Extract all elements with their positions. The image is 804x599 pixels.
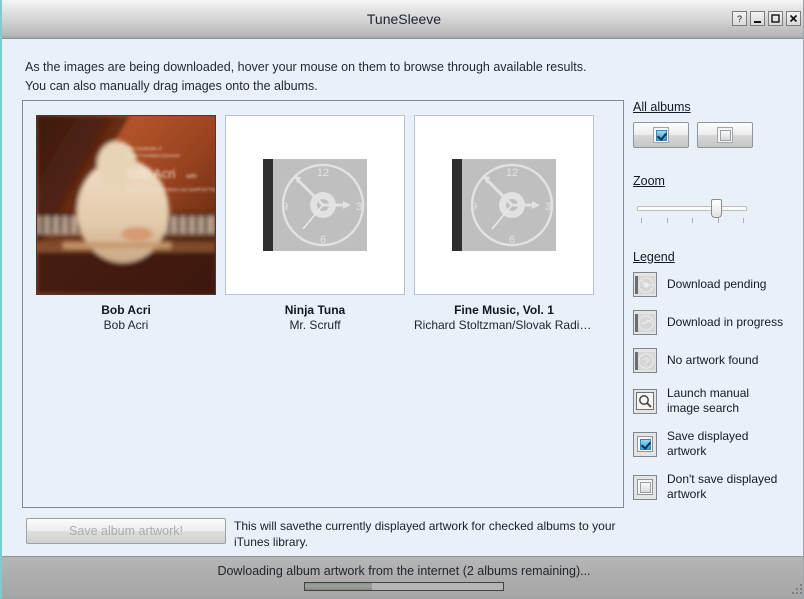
album-artwork-placeholder[interactable]: 12 3 6 9 <box>225 115 405 295</box>
sidebar: All albums Zoom Legend Download pending … <box>633 100 798 515</box>
zoom-heading: Zoom <box>633 174 665 188</box>
legend-item-manual-image-search: Launch manual image search <box>633 386 798 416</box>
svg-text:3: 3 <box>545 201 551 213</box>
window-title: TuneSleeve <box>366 11 442 27</box>
svg-text:9: 9 <box>471 201 477 213</box>
legend-label: Save displayed artwork <box>667 429 749 458</box>
maximize-button[interactable] <box>768 11 783 26</box>
download-progress-fill <box>305 583 373 590</box>
instructions-line-1: As the images are being downloaded, hove… <box>25 60 587 74</box>
svg-text:6: 6 <box>509 234 515 246</box>
legend-item-download-pending: Download pending <box>633 272 798 297</box>
album-title: Ninja Tuna <box>284 303 346 317</box>
album-artist: Bob Acri <box>103 318 149 332</box>
zoom-slider-ticks <box>637 218 747 224</box>
all-albums-heading: All albums <box>633 100 691 114</box>
no-artwork-found-icon: ? <box>633 348 657 373</box>
legend-item-no-artwork-found: ? No artwork found <box>633 348 798 373</box>
status-message: Dowloading album artwork from the intern… <box>217 564 591 578</box>
svg-text:?: ? <box>643 356 649 368</box>
manual-image-search-icon <box>633 388 657 414</box>
download-pending-icon: 12 3 6 9 <box>452 159 556 251</box>
zoom-slider-track[interactable] <box>637 206 747 211</box>
save-artwork-checkbox-icon <box>633 431 657 457</box>
svg-text:12: 12 <box>506 167 518 179</box>
svg-text:?: ? <box>737 14 742 24</box>
checked-checkbox-icon <box>653 127 669 143</box>
album-list-panel[interactable]: The Cavalcade of Music Foundation presen… <box>22 100 624 508</box>
zoom-control: Zoom <box>633 174 798 226</box>
legend-label: Download in progress <box>667 315 784 329</box>
album-caption: Bob Acri Bob Acri <box>36 303 216 332</box>
all-albums-buttons <box>633 122 798 148</box>
instructions-text: As the images are being downloaded, hove… <box>25 58 625 96</box>
instructions-line-2: You can also manually drag images onto t… <box>25 79 318 93</box>
album-caption: Fine Music, Vol. 1 Richard Stoltzman/Slo… <box>414 303 594 332</box>
help-button[interactable]: ? <box>732 11 747 26</box>
album-card[interactable]: 12 3 6 9 Fine Music, Vol. 1 Richard Stol… <box>414 115 594 332</box>
legend-heading: Legend <box>633 250 675 264</box>
bob-acri-cover-art: The Cavalcade of Music Foundation presen… <box>37 116 215 294</box>
minimize-button[interactable] <box>750 11 765 26</box>
status-bar: Dowloading album artwork from the intern… <box>2 556 803 598</box>
svg-text:Drew Dolin George Mraz Lew Sol: Drew Dolin George Mraz Lew Soloff Ed Thi… <box>127 187 215 192</box>
album-title: Bob Acri <box>101 303 151 317</box>
svg-text:3: 3 <box>356 201 362 213</box>
svg-text:with: with <box>185 174 197 180</box>
save-album-artwork-button[interactable]: Save album artwork! <box>26 518 226 544</box>
svg-text:Music Foundation presents: Music Foundation presents <box>127 153 181 158</box>
save-note-text: This will savethe currently displayed ar… <box>234 519 616 549</box>
download-pending-icon: 12 3 6 9 <box>263 159 367 251</box>
album-caption: Ninja Tuna Mr. Scruff <box>225 303 405 332</box>
check-all-albums-button[interactable] <box>633 122 689 148</box>
legend-label: No artwork found <box>667 353 759 367</box>
zoom-slider[interactable] <box>637 196 747 226</box>
legend-label: Launch manual image search <box>667 386 750 415</box>
dont-save-artwork-checkbox-icon <box>633 474 657 500</box>
zoom-slider-thumb[interactable] <box>711 199 723 218</box>
legend-label: Download pending <box>667 277 767 291</box>
svg-text:The Cavalcade of: The Cavalcade of <box>127 146 162 151</box>
legend-item-download-in-progress: Download in progress <box>633 310 798 335</box>
download-in-progress-icon <box>633 310 657 335</box>
window-controls: ? <box>732 11 801 26</box>
svg-text:Bob Acri: Bob Acri <box>127 166 176 181</box>
resize-grip[interactable] <box>790 582 803 596</box>
album-artwork[interactable]: The Cavalcade of Music Foundation presen… <box>36 115 216 295</box>
album-row: The Cavalcade of Music Foundation presen… <box>23 101 623 332</box>
tunesleeve-window: TuneSleeve ? As the images are being dow… <box>0 0 804 599</box>
svg-text:6: 6 <box>320 234 326 246</box>
title-bar: TuneSleeve ? <box>2 0 803 39</box>
unchecked-checkbox-icon <box>717 127 733 143</box>
close-button[interactable] <box>786 11 801 26</box>
album-artwork-placeholder[interactable]: 12 3 6 9 <box>414 115 594 295</box>
album-artist: Richard Stoltzman/Slovak Radio Sym... <box>414 318 594 332</box>
download-pending-icon <box>633 272 657 297</box>
legend-item-save-displayed-artwork: Save displayed artwork <box>633 429 798 459</box>
legend-item-dont-save-displayed-artwork: Don't save displayed artwork <box>633 472 798 502</box>
album-card[interactable]: The Cavalcade of Music Foundation presen… <box>36 115 216 332</box>
svg-text:9: 9 <box>282 201 288 213</box>
uncheck-all-albums-button[interactable] <box>697 122 753 148</box>
legend-label: Don't save displayed artwork <box>667 472 778 501</box>
album-artist: Mr. Scruff <box>289 318 341 332</box>
album-card[interactable]: 12 3 6 9 Ninja Tuna Mr. Scruff <box>225 115 405 332</box>
download-progress-bar <box>304 582 504 591</box>
svg-text:12: 12 <box>317 167 329 179</box>
album-title: Fine Music, Vol. 1 <box>454 303 554 317</box>
